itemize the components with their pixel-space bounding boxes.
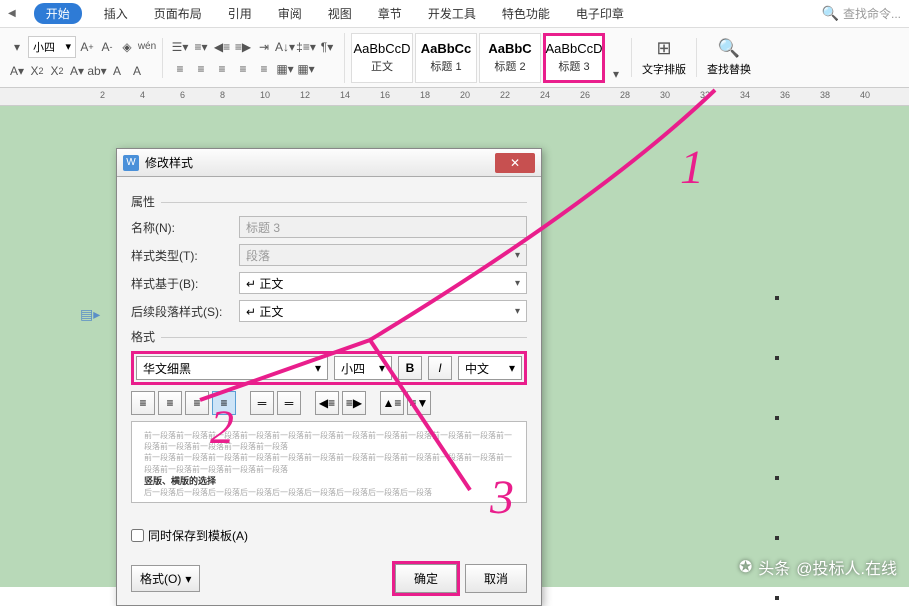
- subscript-icon[interactable]: X2: [48, 62, 66, 80]
- props-section-label: 属性: [131, 193, 527, 210]
- align-right-icon[interactable]: ≡: [213, 60, 231, 78]
- horizontal-ruler[interactable]: 2 4 6 8 10 12 14 16 18 20 22 24 26 28 30…: [0, 88, 909, 106]
- dlg-align-right[interactable]: ≡: [185, 391, 209, 415]
- command-search[interactable]: 🔍 查找命令...: [822, 5, 901, 22]
- tab-chapter[interactable]: 章节: [374, 3, 406, 24]
- tab-special[interactable]: 特色功能: [498, 3, 554, 24]
- sort-icon[interactable]: A↓▾: [276, 38, 294, 56]
- name-input[interactable]: 标题 3: [239, 216, 527, 238]
- find-replace-group[interactable]: 🔍 查找替换: [696, 38, 761, 77]
- modify-style-dialog: W 修改样式 ✕ 属性 名称(N): 标题 3 样式类型(T): 段落▾ 样式基…: [116, 148, 542, 606]
- tab-insert[interactable]: 插入: [100, 3, 132, 24]
- tab-scroll-left[interactable]: ◀: [8, 8, 16, 19]
- dialog-title-text: 修改样式: [145, 154, 193, 171]
- watermark: ✪ 头条 @投标人.在线: [739, 555, 897, 579]
- ok-button[interactable]: 确定: [395, 564, 457, 593]
- tab-layout[interactable]: 页面布局: [150, 3, 206, 24]
- type-select[interactable]: 段落▾: [239, 244, 527, 266]
- align-left-icon[interactable]: ≡: [171, 60, 189, 78]
- cancel-button[interactable]: 取消: [465, 564, 527, 593]
- style-normal[interactable]: AaBbCcD 正文: [351, 33, 413, 83]
- font-format-row: 华文细黑▾ 小四▾ B I 中文▾: [131, 351, 527, 385]
- dlg-align-center[interactable]: ≡: [158, 391, 182, 415]
- annotation-1: 1: [680, 140, 704, 195]
- line-spacing-icon[interactable]: ‡≡▾: [297, 38, 315, 56]
- font-name-dd[interactable]: ▾: [8, 38, 26, 56]
- save-template-checkbox[interactable]: 同时保存到模板(A): [131, 527, 248, 544]
- dialog-titlebar[interactable]: W 修改样式 ✕: [117, 149, 541, 177]
- tab-start[interactable]: 开始: [34, 3, 82, 24]
- search-icon: 🔍: [822, 5, 839, 22]
- next-label: 后续段落样式(S):: [131, 303, 231, 320]
- bold-button[interactable]: B: [398, 356, 422, 380]
- indent-icon[interactable]: ≡▶: [234, 38, 252, 56]
- type-label: 样式类型(T):: [131, 247, 231, 264]
- style-heading2[interactable]: AaBbC 标题 2: [479, 33, 541, 83]
- text-layout-icon: ⊞: [656, 38, 671, 59]
- find-icon: 🔍: [718, 38, 740, 59]
- style-heading3[interactable]: AaBbCcD 标题 3: [543, 33, 605, 83]
- italic-button[interactable]: I: [428, 356, 452, 380]
- paragraph-format-row: ≡ ≡ ≡ ≡ ═ ═ ◀≡ ≡▶ ▲≡ ≡▼: [131, 391, 527, 415]
- text-layout-group[interactable]: ⊞ 文字排版: [631, 38, 696, 77]
- phonetic-icon[interactable]: wén: [138, 38, 156, 56]
- tab-stops-icon[interactable]: ⇥: [255, 38, 273, 56]
- font-name-select[interactable]: 华文细黑▾: [136, 356, 328, 380]
- tab-view[interactable]: 视图: [324, 3, 356, 24]
- align-center-icon[interactable]: ≡: [192, 60, 210, 78]
- text-effect-icon[interactable]: A▾: [8, 62, 26, 80]
- based-select[interactable]: ↵ 正文▾: [239, 272, 527, 294]
- annotation-3: 3: [490, 470, 514, 525]
- style-heading1[interactable]: AaBbCc 标题 1: [415, 33, 477, 83]
- char-border-icon[interactable]: A: [108, 62, 126, 80]
- align-justify-icon[interactable]: ≡: [234, 60, 252, 78]
- ribbon-tabs: ◀ 开始 插入 页面布局 引用 审阅 视图 章节 开发工具 特色功能 电子印章 …: [0, 0, 909, 28]
- styles-more-icon[interactable]: ▾: [607, 65, 625, 83]
- tab-stamp[interactable]: 电子印章: [572, 3, 628, 24]
- highlight-icon[interactable]: ab▾: [88, 62, 106, 80]
- dlg-para-before[interactable]: ▲≡: [380, 391, 404, 415]
- styles-gallery: AaBbCcD 正文 AaBbCc 标题 1 AaBbC 标题 2 AaBbCc…: [344, 33, 631, 83]
- shading-icon[interactable]: ▦▾: [276, 60, 294, 78]
- annotation-2: 2: [210, 400, 234, 455]
- font-group: ▾ 小四▾ A+ A- ◈ wén A▾ X2 X2 A▾ ab▾ A A: [2, 36, 162, 80]
- dlg-indent-inc[interactable]: ≡▶: [342, 391, 366, 415]
- char-shading-icon[interactable]: A: [128, 62, 146, 80]
- distribute-icon[interactable]: ≡: [255, 60, 273, 78]
- dlg-align-left[interactable]: ≡: [131, 391, 155, 415]
- borders-icon[interactable]: ▦▾: [297, 60, 315, 78]
- tab-dev[interactable]: 开发工具: [424, 3, 480, 24]
- close-button[interactable]: ✕: [495, 153, 535, 173]
- show-marks-icon[interactable]: ¶▾: [318, 38, 336, 56]
- bullets-icon[interactable]: ☰▾: [171, 38, 189, 56]
- grow-font-icon[interactable]: A+: [78, 38, 96, 56]
- outdent-icon[interactable]: ◀≡: [213, 38, 231, 56]
- ribbon-toolbar: ▾ 小四▾ A+ A- ◈ wén A▾ X2 X2 A▾ ab▾ A A ☰▾…: [0, 28, 909, 88]
- numbering-icon[interactable]: ≡▾: [192, 38, 210, 56]
- style-preview-box: 前一段落前一段落前一段落前一段落前一段落前一段落前一段落前一段落前一段落前一段落…: [131, 421, 527, 503]
- watermark-icon: ✪: [739, 557, 752, 577]
- dlg-para-after[interactable]: ≡▼: [407, 391, 431, 415]
- shrink-font-icon[interactable]: A-: [98, 38, 116, 56]
- font-size-dd[interactable]: 小四▾: [28, 36, 76, 58]
- dlg-indent-dec[interactable]: ◀≡: [315, 391, 339, 415]
- next-select[interactable]: ↵ 正文▾: [239, 300, 527, 322]
- tab-references[interactable]: 引用: [224, 3, 256, 24]
- based-label: 样式基于(B):: [131, 275, 231, 292]
- font-size-select[interactable]: 小四▾: [334, 356, 392, 380]
- tab-review[interactable]: 审阅: [274, 3, 306, 24]
- search-placeholder: 查找命令...: [843, 5, 901, 22]
- name-label: 名称(N):: [131, 219, 231, 236]
- format-menu-button[interactable]: 格式(O)▾: [131, 565, 200, 592]
- app-icon: W: [123, 155, 139, 171]
- format-section-label: 格式: [131, 328, 527, 345]
- lang-select[interactable]: 中文▾: [458, 356, 522, 380]
- dlg-spacing-2[interactable]: ═: [277, 391, 301, 415]
- paragraph-group: ☰▾ ≡▾ ◀≡ ≡▶ ⇥ A↓▾ ‡≡▾ ¶▾ ≡ ≡ ≡ ≡ ≡ ▦▾ ▦▾: [162, 38, 344, 78]
- nav-pane-icon[interactable]: ▤▸: [80, 306, 100, 323]
- dlg-spacing-1[interactable]: ═: [250, 391, 274, 415]
- font-color-icon[interactable]: A▾: [68, 62, 86, 80]
- clear-format-icon[interactable]: ◈: [118, 38, 136, 56]
- superscript-icon[interactable]: X2: [28, 62, 46, 80]
